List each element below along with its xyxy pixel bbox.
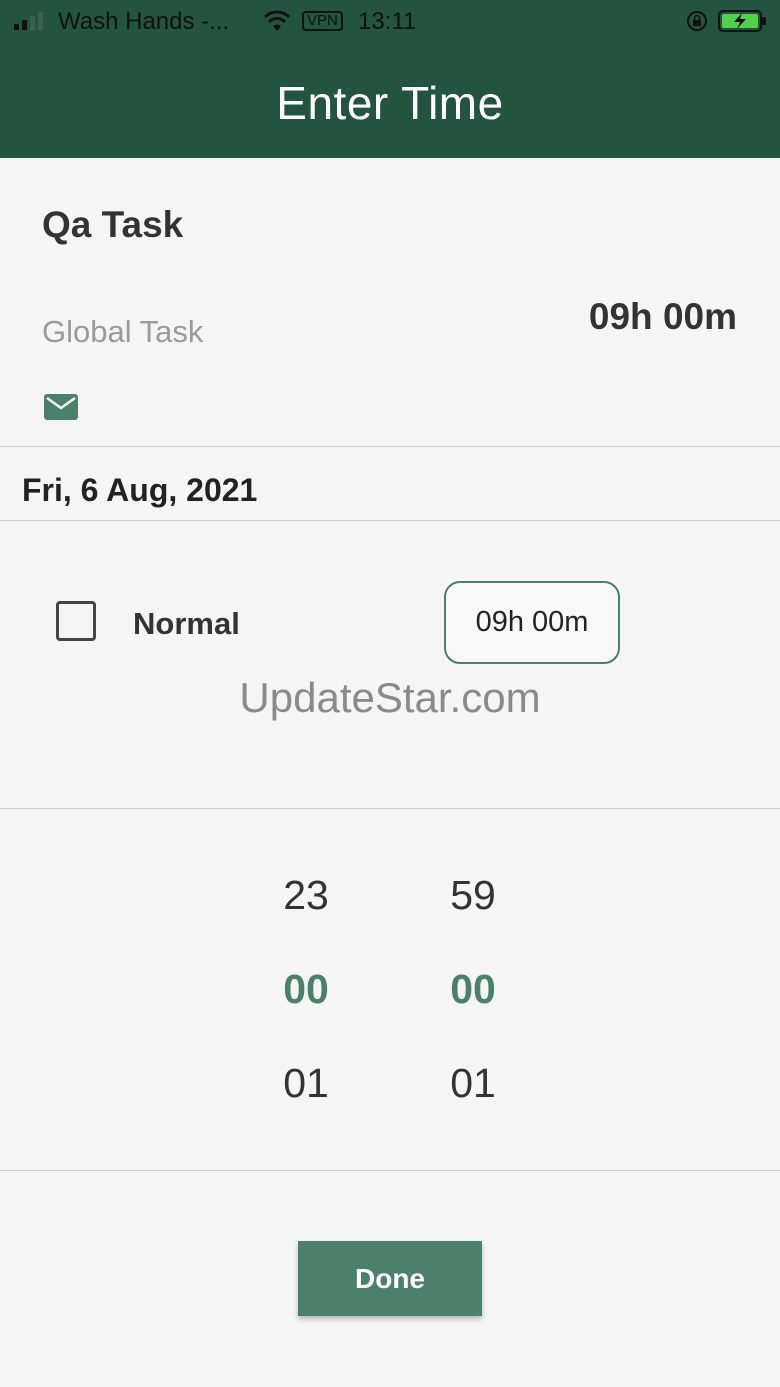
hours-prev[interactable]: 23 <box>256 872 356 919</box>
watermark-text: UpdateStar.com <box>239 674 541 721</box>
vpn-badge: VPN <box>302 11 343 31</box>
entry-date[interactable]: Fri, 6 Aug, 2021 <box>22 472 257 509</box>
battery-charging-icon <box>718 10 766 32</box>
wifi-icon <box>263 10 291 31</box>
status-bar: Wash Hands -... VPN 13:11 <box>0 0 780 42</box>
divider <box>0 446 780 447</box>
app-bar: Enter Time <box>0 42 780 158</box>
carrier-name: Wash Hands -... <box>58 8 230 35</box>
signal-icon <box>14 12 43 30</box>
hours-selected[interactable]: 00 <box>256 966 356 1013</box>
divider <box>0 520 780 521</box>
task-name: Qa Task <box>42 204 184 245</box>
divider <box>0 808 780 809</box>
task-total-time: 09h 00m <box>588 296 737 337</box>
time-input-chip[interactable]: 09h 00m <box>444 581 620 664</box>
page-title: Enter Time <box>276 77 504 129</box>
mail-icon[interactable] <box>44 394 78 420</box>
minutes-prev[interactable]: 59 <box>423 872 523 919</box>
done-button[interactable]: Done <box>298 1241 482 1316</box>
hours-next[interactable]: 01 <box>256 1060 356 1107</box>
minutes-selected[interactable]: 00 <box>423 966 523 1013</box>
normal-checkbox[interactable] <box>56 601 96 641</box>
minutes-next[interactable]: 01 <box>423 1060 523 1107</box>
normal-label: Normal <box>133 606 240 641</box>
task-type: Global Task <box>42 314 204 349</box>
rotation-lock-icon <box>687 11 707 31</box>
status-clock: 13:11 <box>358 8 417 35</box>
divider <box>0 1170 780 1171</box>
